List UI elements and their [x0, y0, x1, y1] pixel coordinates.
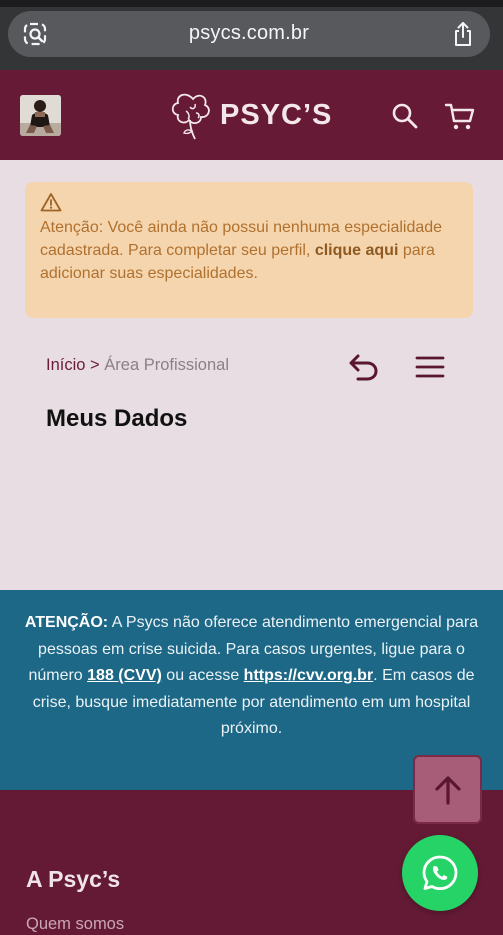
address-bar[interactable]: psycs.com.br — [8, 11, 490, 57]
crisis-notice-text: ATENÇÃO: A Psycs não oferece atendimento… — [22, 610, 481, 743]
scroll-to-top-button[interactable] — [413, 755, 482, 824]
add-specialty-link[interactable]: clique aqui — [315, 242, 399, 259]
breadcrumb-current: Área Profissional — [104, 356, 229, 374]
cvv-site-link[interactable]: https://cvv.org.br — [244, 667, 374, 684]
hamburger-menu-icon[interactable] — [414, 352, 446, 382]
whatsapp-button[interactable] — [402, 835, 478, 911]
footer-link-about[interactable]: Quem somos — [26, 915, 124, 934]
brand-name: PSYC’S — [220, 98, 333, 131]
status-strip — [0, 0, 503, 7]
warning-icon — [40, 192, 62, 212]
back-icon[interactable] — [347, 352, 381, 382]
search-icon[interactable] — [390, 101, 420, 131]
user-avatar[interactable] — [20, 95, 61, 136]
arrow-up-icon — [434, 775, 461, 805]
page-title: Meus Dados — [46, 405, 188, 432]
whatsapp-icon — [422, 855, 458, 891]
specialty-warning-alert: Atenção: Você ainda não possui nenhuma e… — [25, 182, 473, 318]
footer-heading: A Psyc’s — [26, 866, 121, 892]
cvv-phone-link[interactable]: 188 (CVV) — [87, 667, 162, 684]
browser-toolbar: psycs.com.br — [0, 0, 503, 70]
url-text[interactable]: psycs.com.br — [8, 22, 490, 45]
share-icon[interactable] — [450, 20, 476, 48]
breadcrumb: Início > Área Profissional — [46, 356, 229, 375]
cart-icon[interactable] — [444, 100, 476, 132]
breadcrumb-separator: > — [90, 356, 100, 374]
site-header: PSYC’S — [0, 70, 503, 160]
breadcrumb-home[interactable]: Início — [46, 356, 85, 374]
alert-message: Atenção: Você ainda não possui nenhuma e… — [40, 216, 458, 285]
brand-logo[interactable]: PSYC’S — [168, 89, 332, 141]
notice-label: ATENÇÃO: — [24, 614, 109, 631]
notice-text-2: ou acesse — [161, 667, 244, 684]
brain-flower-icon — [171, 93, 210, 140]
